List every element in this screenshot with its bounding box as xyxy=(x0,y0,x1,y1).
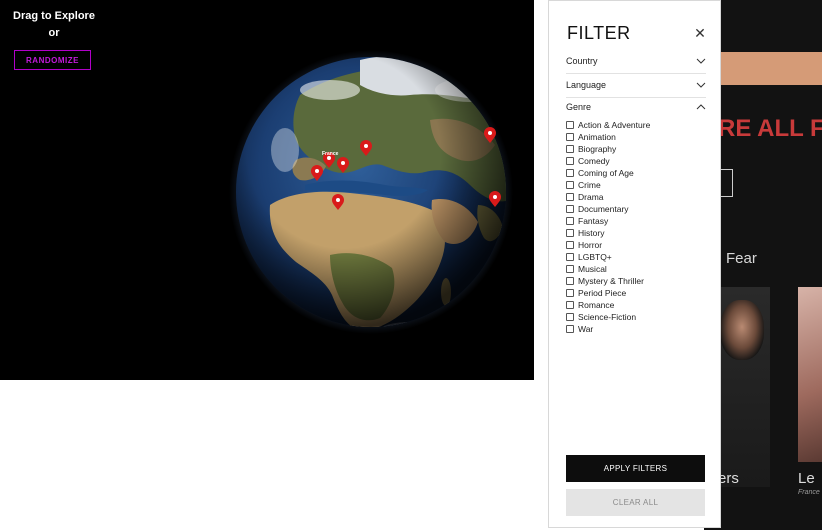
clear-all-button[interactable]: CLEAR ALL xyxy=(566,489,705,516)
checkbox[interactable] xyxy=(566,157,574,165)
checkbox[interactable] xyxy=(566,301,574,309)
section-label: Genre xyxy=(566,102,592,112)
genre-option[interactable]: Romance xyxy=(566,299,650,311)
filter-title: FILTER xyxy=(567,23,631,43)
poster-2-title: Le xyxy=(798,470,815,487)
poster-2-country: France xyxy=(798,489,820,496)
filter-section-country[interactable]: Country xyxy=(566,51,706,74)
checkbox[interactable] xyxy=(566,181,574,189)
checkbox[interactable] xyxy=(566,265,574,273)
genre-label: Period Piece xyxy=(578,288,627,298)
genre-label: Comedy xyxy=(578,156,610,166)
genre-option[interactable]: Comedy xyxy=(566,155,650,167)
genre-option[interactable]: War xyxy=(566,323,650,335)
genre-label: War xyxy=(578,324,594,334)
section-label: Language xyxy=(566,80,607,90)
genre-option[interactable]: Animation xyxy=(566,131,650,143)
checkbox[interactable] xyxy=(566,229,574,237)
checkbox[interactable] xyxy=(566,193,574,201)
genre-label: Biography xyxy=(578,144,617,154)
genre-option[interactable]: Period Piece xyxy=(566,287,650,299)
genre-option[interactable]: Fantasy xyxy=(566,215,650,227)
marker-label-france: France xyxy=(322,151,339,157)
background-heading: RE ALL F xyxy=(718,115,822,142)
or-label: or xyxy=(48,27,60,39)
genre-option[interactable]: Action & Adventure xyxy=(566,119,650,131)
filter-panel: FILTER ✕ Country Language Genre Action &… xyxy=(548,0,721,528)
genre-label: Musical xyxy=(578,264,607,274)
filter-section-genre[interactable]: Genre xyxy=(566,97,706,119)
poster-face-image xyxy=(720,300,764,360)
genre-label: History xyxy=(578,228,605,238)
genre-label: LGBTQ+ xyxy=(578,252,612,262)
genre-option[interactable]: Crime xyxy=(566,179,650,191)
checkbox[interactable] xyxy=(566,145,574,153)
chevron-down-icon xyxy=(696,58,706,64)
checkbox[interactable] xyxy=(566,205,574,213)
genre-option[interactable]: Musical xyxy=(566,263,650,275)
genre-label: Action & Adventure xyxy=(578,120,651,130)
checkbox[interactable] xyxy=(566,169,574,177)
background-banner xyxy=(718,52,822,85)
genre-label: Fantasy xyxy=(578,216,609,226)
checkbox[interactable] xyxy=(566,121,574,129)
genre-option[interactable]: Drama xyxy=(566,191,650,203)
checkbox[interactable] xyxy=(566,253,574,261)
chevron-down-icon xyxy=(696,82,706,88)
genre-option[interactable]: Horror xyxy=(566,239,650,251)
checkbox[interactable] xyxy=(566,313,574,321)
genre-option[interactable]: Documentary xyxy=(566,203,650,215)
checkbox[interactable] xyxy=(566,289,574,297)
checkbox[interactable] xyxy=(566,217,574,225)
genre-label: Romance xyxy=(578,300,615,310)
genre-option[interactable]: LGBTQ+ xyxy=(566,251,650,263)
drag-to-explore-label: Drag to Explore xyxy=(13,10,95,22)
genre-label: Drama xyxy=(578,192,604,202)
genre-option[interactable]: Mystery & Thriller xyxy=(566,275,650,287)
poster-1-title: ers xyxy=(718,470,739,487)
movie-poster-2[interactable] xyxy=(798,287,822,462)
genre-option[interactable]: History xyxy=(566,227,650,239)
genre-label: Documentary xyxy=(578,204,629,214)
filter-section-language[interactable]: Language xyxy=(566,75,706,98)
genre-label: Coming of Age xyxy=(578,168,634,178)
section-label: Country xyxy=(566,56,598,66)
chevron-up-icon xyxy=(696,104,706,110)
genre-label: Crime xyxy=(578,180,601,190)
background-subheading: Fear xyxy=(726,250,757,267)
checkbox[interactable] xyxy=(566,277,574,285)
background-page: RE ALL F Fear ers Le France xyxy=(704,0,822,530)
genre-label: Mystery & Thriller xyxy=(578,276,644,286)
randomize-button[interactable]: RANDOMIZE xyxy=(14,50,91,70)
genre-label: Science-Fiction xyxy=(578,312,637,322)
close-icon[interactable]: ✕ xyxy=(693,26,707,40)
genre-list: Action & Adventure Animation Biography C… xyxy=(566,119,650,335)
genre-option[interactable]: Coming of Age xyxy=(566,167,650,179)
genre-option[interactable]: Biography xyxy=(566,143,650,155)
genre-label: Animation xyxy=(578,132,616,142)
checkbox[interactable] xyxy=(566,241,574,249)
genre-label: Horror xyxy=(578,240,603,250)
genre-option[interactable]: Science-Fiction xyxy=(566,311,650,323)
checkbox[interactable] xyxy=(566,133,574,141)
apply-filters-button[interactable]: APPLY FILTERS xyxy=(566,455,705,482)
checkbox[interactable] xyxy=(566,325,574,333)
globe-panel[interactable]: France Drag to Explore or RANDOMIZE xyxy=(0,0,534,380)
